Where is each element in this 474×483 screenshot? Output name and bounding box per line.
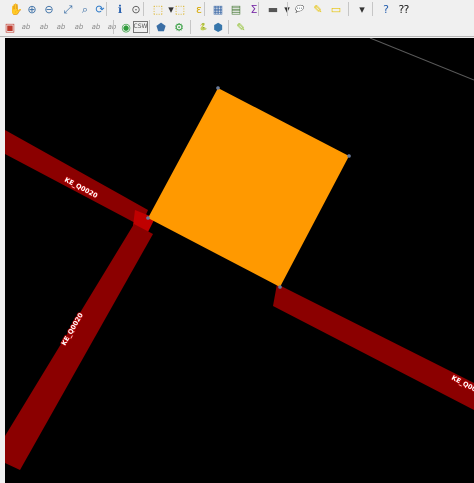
road-segment-southwest[interactable] <box>5 224 153 470</box>
csw-icon[interactable]: CSW <box>133 21 148 33</box>
toolbar-separator <box>348 2 349 16</box>
label-tool-3-icon[interactable]: ab <box>53 19 69 35</box>
layer-style-icon[interactable]: ▣ <box>2 19 18 35</box>
toolbar-separator <box>287 2 288 16</box>
road-segment-northwest[interactable] <box>5 130 148 226</box>
road-segment-southeast[interactable] <box>273 284 474 410</box>
parcel-polygon[interactable] <box>148 88 349 287</box>
toolbar-separator <box>258 2 259 16</box>
label-tool-5-icon[interactable]: ab <box>88 19 104 35</box>
vertex-east[interactable] <box>347 154 351 158</box>
zoom-in-icon[interactable]: ⊕ <box>24 1 40 17</box>
toolbar-separator <box>228 20 229 34</box>
zoom-full-icon[interactable]: ⤢ <box>60 1 76 17</box>
attribute-table-icon[interactable]: ▦ <box>210 1 226 17</box>
toolbar-separator <box>143 2 144 16</box>
main-toolbar: ✋⊕⊖⤢⌕⟳ℹ⊙⬚▾⬚ε▦▤Σ▬▾💬✎▭▾?⁇ <box>0 0 474 18</box>
toolbar-separator <box>113 20 114 34</box>
plugin-toolbar: ▣ ab ab ab ab ab ab ◉ CSW ⬟ ⚙ 🐍 ⬢ ✎ <box>0 18 474 37</box>
toolbar-separator <box>204 2 205 16</box>
processing-icon[interactable]: ⚙ <box>171 19 187 35</box>
map-svg: KE_Q0020 KE_Q0020 KE_Q00 <box>5 38 474 470</box>
text-annotation-icon[interactable]: ✎ <box>310 1 326 17</box>
zoom-to-layer-icon[interactable]: ⌕ <box>77 1 93 17</box>
map-canvas[interactable]: KE_Q0020 KE_Q0020 KE_Q00 <box>5 38 474 483</box>
label-tool-1-icon[interactable]: ab <box>18 19 34 35</box>
help-icon[interactable]: ? <box>378 1 394 17</box>
python-plugin-icon[interactable]: ⬢ <box>210 19 226 35</box>
label-icon[interactable]: ▭ <box>328 1 344 17</box>
zoom-out-icon[interactable]: ⊖ <box>41 1 57 17</box>
python-console-icon[interactable]: 🐍 <box>195 19 211 35</box>
pan-to-selection-icon[interactable]: ⊙ <box>128 1 144 17</box>
deselect-icon[interactable]: ⬚ <box>172 1 188 17</box>
statistics-icon[interactable]: Σ <box>246 1 262 17</box>
annotation-icon[interactable]: 💬 <box>291 1 307 17</box>
toolbar-separator <box>372 2 373 16</box>
identify-icon[interactable]: ℹ <box>112 1 128 17</box>
toolbar-separator <box>190 20 191 34</box>
vertex-north[interactable] <box>216 86 220 90</box>
whats-this-icon[interactable]: ⁇ <box>396 1 412 17</box>
reference-line <box>369 38 474 81</box>
openstreetmap-icon[interactable]: ◉ <box>118 19 134 35</box>
edit-pencil-icon[interactable]: ✎ <box>233 19 249 35</box>
pan-icon[interactable]: ✋ <box>8 1 24 17</box>
vertex-south[interactable] <box>278 285 282 289</box>
plugin-icon[interactable]: ⬟ <box>153 19 169 35</box>
label-tool-4-icon[interactable]: ab <box>71 19 87 35</box>
toolbar-separator <box>149 20 150 34</box>
vertex-west[interactable] <box>146 216 150 220</box>
field-calculator-icon[interactable]: ▤ <box>228 1 244 17</box>
label-tool-2-icon[interactable]: ab <box>36 19 52 35</box>
layout-dropdown-icon[interactable]: ▾ <box>354 1 370 17</box>
toolbar-separator <box>106 2 107 16</box>
